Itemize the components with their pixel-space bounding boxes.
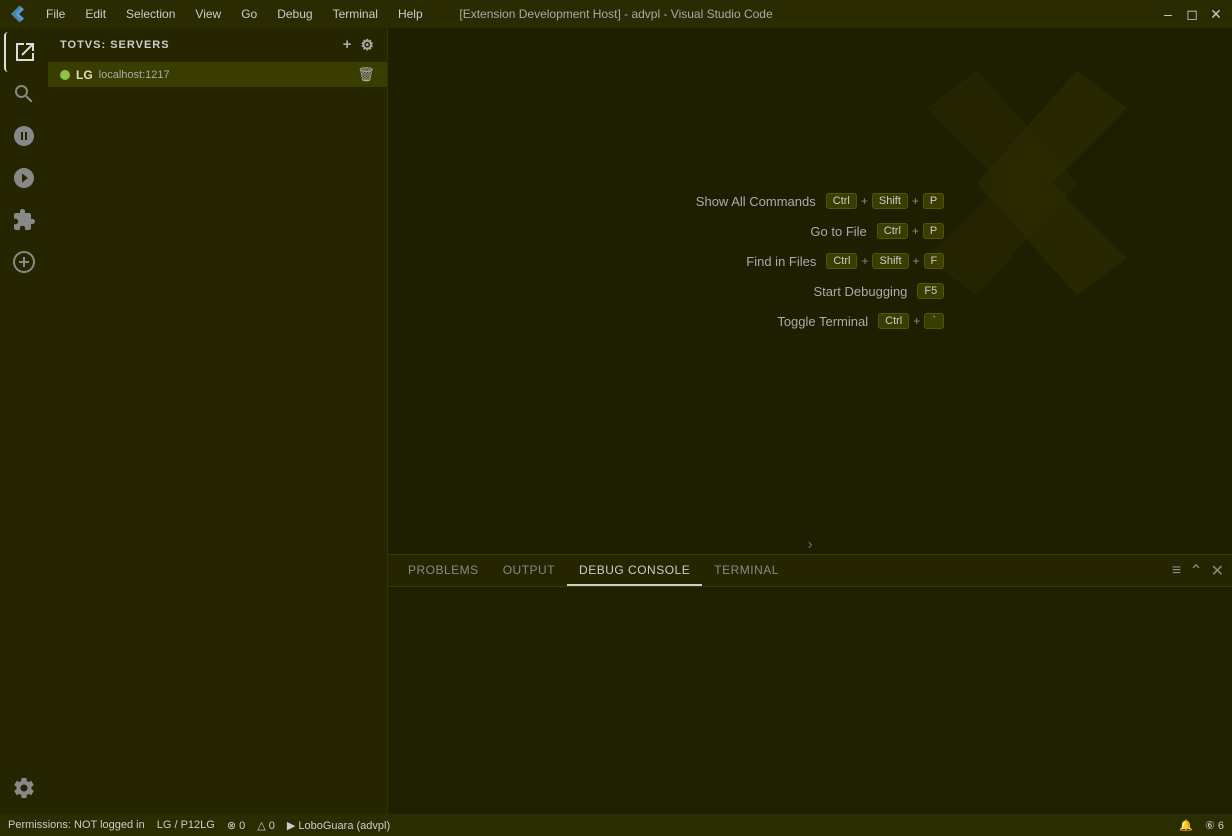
key-ctrl-4: Ctrl [878,313,909,329]
shortcut-label-0: Show All Commands [676,194,816,209]
titlebar: File Edit Selection View Go Debug Termin… [0,0,1232,28]
shortcut-label-1: Go to File [727,224,867,239]
server-delete-button[interactable]: 🗑 [357,66,375,83]
shortcut-toggle-terminal: Toggle Terminal Ctrl + ` [676,313,945,329]
key-ctrl-2: Ctrl [826,253,857,269]
menu-go[interactable]: Go [233,5,265,23]
status-bar: Permissions: NOT logged in LG / P12LG ⊗ … [0,814,1232,836]
panel-area: PROBLEMS OUTPUT DEBUG CONSOLE TERMINAL ≡… [388,554,1232,814]
activity-settings[interactable] [4,768,44,808]
status-permissions[interactable]: Permissions: NOT logged in [8,819,145,831]
menu-selection[interactable]: Selection [118,5,183,23]
sidebar-header-actions: + ⚙ [343,36,375,54]
titlebar-controls: – ◻ ✕ [1160,6,1224,22]
sidebar-settings-button[interactable]: ⚙ [361,36,375,54]
warnings-label: △ 0 [257,819,275,832]
menu-bar: File Edit Selection View Go Debug Termin… [38,5,431,23]
shortcut-label-3: Start Debugging [767,284,907,299]
activity-totvs[interactable] [4,242,44,282]
panel-close-button[interactable]: ✕ [1211,561,1224,581]
activity-git[interactable] [4,116,44,156]
tab-terminal[interactable]: TERMINAL [702,555,791,586]
tab-output[interactable]: OUTPUT [491,555,567,586]
bell-icon: 🔔 [1179,819,1193,832]
activity-bar [0,28,48,814]
menu-debug[interactable]: Debug [269,5,320,23]
shortcut-label-2: Find in Files [676,254,816,269]
main-area: TOTVS: SERVERS + ⚙ LG localhost:1217 🗑 [0,28,1232,814]
panel-tab-actions: ≡ ⌃ ✕ [1172,561,1224,581]
status-run[interactable]: ▶ LoboGuara (advpl) [287,819,390,832]
server-status-dot [60,70,70,80]
run-label: ▶ LoboGuara (advpl) [287,819,390,832]
status-errors[interactable]: ⊗ 0 [227,819,245,832]
scroll-down-arrow[interactable]: › [807,536,812,553]
panel-tabs: PROBLEMS OUTPUT DEBUG CONSOLE TERMINAL ≡… [388,555,1232,587]
profile-label: LG / P12LG [157,819,215,831]
menu-terminal[interactable]: Terminal [325,5,386,23]
menu-file[interactable]: File [38,5,73,23]
activity-explorer[interactable] [4,32,44,72]
panel-clear-button[interactable]: ≡ [1172,562,1181,580]
add-server-button[interactable]: + [343,36,353,54]
menu-edit[interactable]: Edit [77,5,114,23]
sidebar: TOTVS: SERVERS + ⚙ LG localhost:1217 🗑 [48,28,388,814]
status-left: Permissions: NOT logged in LG / P12LG ⊗ … [8,819,390,832]
shortcut-keys-4: Ctrl + ` [878,313,944,329]
tab-debug-console[interactable]: DEBUG CONSOLE [567,555,702,586]
sidebar-header: TOTVS: SERVERS + ⚙ [48,28,387,62]
activity-search[interactable] [4,74,44,114]
welcome-area: Show All Commands Ctrl + Shift + P Go to… [388,28,1232,554]
permissions-label: Permissions: NOT logged in [8,819,145,831]
panel-content [388,587,1232,814]
menu-view[interactable]: View [187,5,229,23]
activity-extensions[interactable] [4,200,44,240]
window-title: [Extension Development Host] - advpl - V… [459,7,772,21]
server-item[interactable]: LG localhost:1217 🗑 [48,62,387,87]
maximize-button[interactable]: ◻ [1184,6,1200,22]
activity-debug[interactable] [4,158,44,198]
app-icon [8,5,26,23]
status-count[interactable]: ⑥ 6 [1205,819,1224,832]
close-button[interactable]: ✕ [1208,6,1224,22]
key-ctrl-0: Ctrl [826,193,857,209]
count-label: ⑥ 6 [1205,819,1224,832]
status-right: 🔔 ⑥ 6 [1179,819,1224,832]
server-host: localhost:1217 [99,69,170,81]
shortcut-label-4: Toggle Terminal [728,314,868,329]
sidebar-title: TOTVS: SERVERS [60,39,170,51]
titlebar-left: File Edit Selection View Go Debug Termin… [8,5,431,23]
panel-collapse-button[interactable]: ⌃ [1189,561,1202,581]
tab-problems[interactable]: PROBLEMS [396,555,491,586]
status-warnings[interactable]: △ 0 [257,819,275,832]
errors-label: ⊗ 0 [227,819,245,832]
vscode-watermark-logo [902,58,1152,308]
status-profile[interactable]: LG / P12LG [157,819,215,831]
menu-help[interactable]: Help [390,5,431,23]
server-name: LG [76,68,93,82]
minimize-button[interactable]: – [1160,6,1176,22]
status-bell[interactable]: 🔔 [1179,819,1193,832]
key-backtick-4: ` [924,313,944,329]
